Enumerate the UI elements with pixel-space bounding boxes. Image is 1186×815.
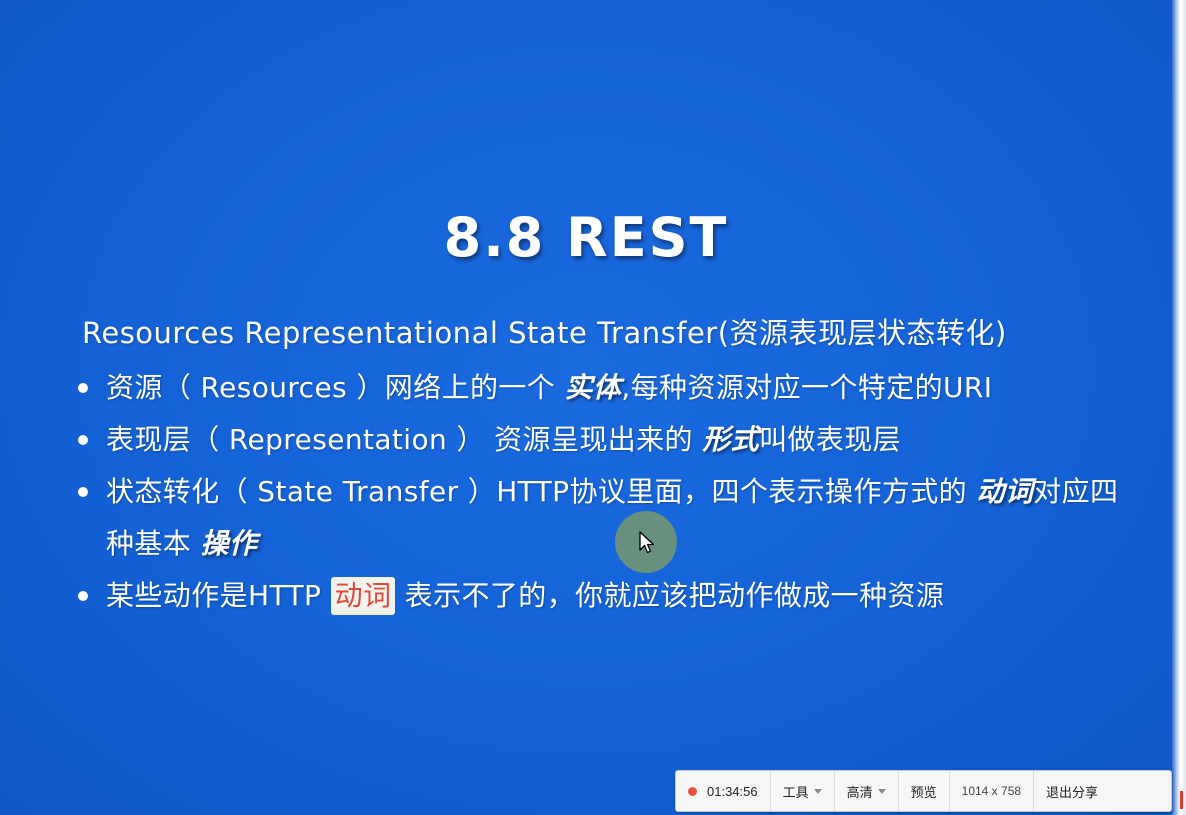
bullet-emphasis: 实体	[564, 371, 622, 404]
slide-title: 8.8 REST	[443, 206, 729, 269]
bullet-emphasis: 动词	[976, 475, 1034, 508]
preview-button[interactable]: 预览	[899, 771, 950, 811]
timer-text: 01:34:56	[707, 783, 758, 799]
bullet-dot-icon	[78, 383, 88, 393]
bullet-emphasis: 形式	[702, 423, 760, 456]
bullet-text: 表示不了的，你就应该把动作做成一种资源	[395, 579, 945, 612]
highlighted-word: 动词	[330, 577, 396, 615]
bullet-text: 资源（ Resources ）网络上的一个	[106, 371, 565, 404]
bullet-text: ,每种资源对应一个特定的URI	[621, 371, 993, 404]
bullet-dot-icon	[78, 435, 88, 445]
bullet-item-state-transfer: 状态转化（ State Transfer ）HTTP协议里面，四个表示操作方式的…	[76, 466, 1136, 570]
presentation-slide: 8.8 REST Resources Representational Stat…	[0, 0, 1172, 815]
exit-share-button[interactable]: 退出分享	[1034, 771, 1110, 811]
bullet-dot-icon	[78, 487, 88, 497]
exit-label: 退出分享	[1046, 784, 1099, 800]
bullet-emphasis: 操作	[200, 527, 258, 560]
bullet-text: 状态转化（ State Transfer ）HTTP协议里面，四个表示操作方式的	[106, 475, 977, 508]
quality-dropdown[interactable]: 高清	[835, 771, 899, 811]
chevron-down-icon	[877, 788, 886, 794]
bullet-text: 叫做表现层	[759, 423, 902, 456]
recording-timer: 01:34:56	[676, 771, 771, 811]
tools-dropdown[interactable]: 工具	[771, 771, 835, 811]
preview-label: 预览	[910, 784, 937, 800]
bullet-text: 某些动作是HTTP	[106, 579, 331, 612]
bullet-item-resources: 资源（ Resources ）网络上的一个 实体,每种资源对应一个特定的URI	[76, 362, 1136, 414]
bullet-text: 表现层（ Representation ） 资源呈现出来的	[106, 423, 703, 456]
bullet-list: 资源（ Resources ）网络上的一个 实体,每种资源对应一个特定的URI …	[76, 362, 1136, 622]
arrow-cursor-icon	[639, 531, 655, 554]
record-dot-icon	[688, 786, 697, 796]
bullet-item-representation: 表现层（ Representation ） 资源呈现出来的 形式叫做表现层	[76, 414, 1136, 466]
bullet-item-actions: 某些动作是HTTP 动词 表示不了的，你就应该把动作做成一种资源	[76, 570, 1136, 622]
window-edge	[1172, 0, 1186, 815]
resolution-text: 1014 x 758	[961, 784, 1022, 798]
screen-share-toolbar: 01:34:56 工具 高清 预览 1014 x 758 退出分享	[675, 770, 1172, 812]
slide-subtitle: Resources Representational State Transfe…	[82, 316, 1007, 350]
bullet-dot-icon	[78, 591, 88, 601]
edge-marker	[1180, 791, 1183, 809]
resolution-display: 1014 x 758	[950, 771, 1035, 811]
chevron-down-icon	[813, 788, 822, 794]
quality-label: 高清	[846, 784, 873, 800]
tools-label: 工具	[782, 784, 809, 800]
